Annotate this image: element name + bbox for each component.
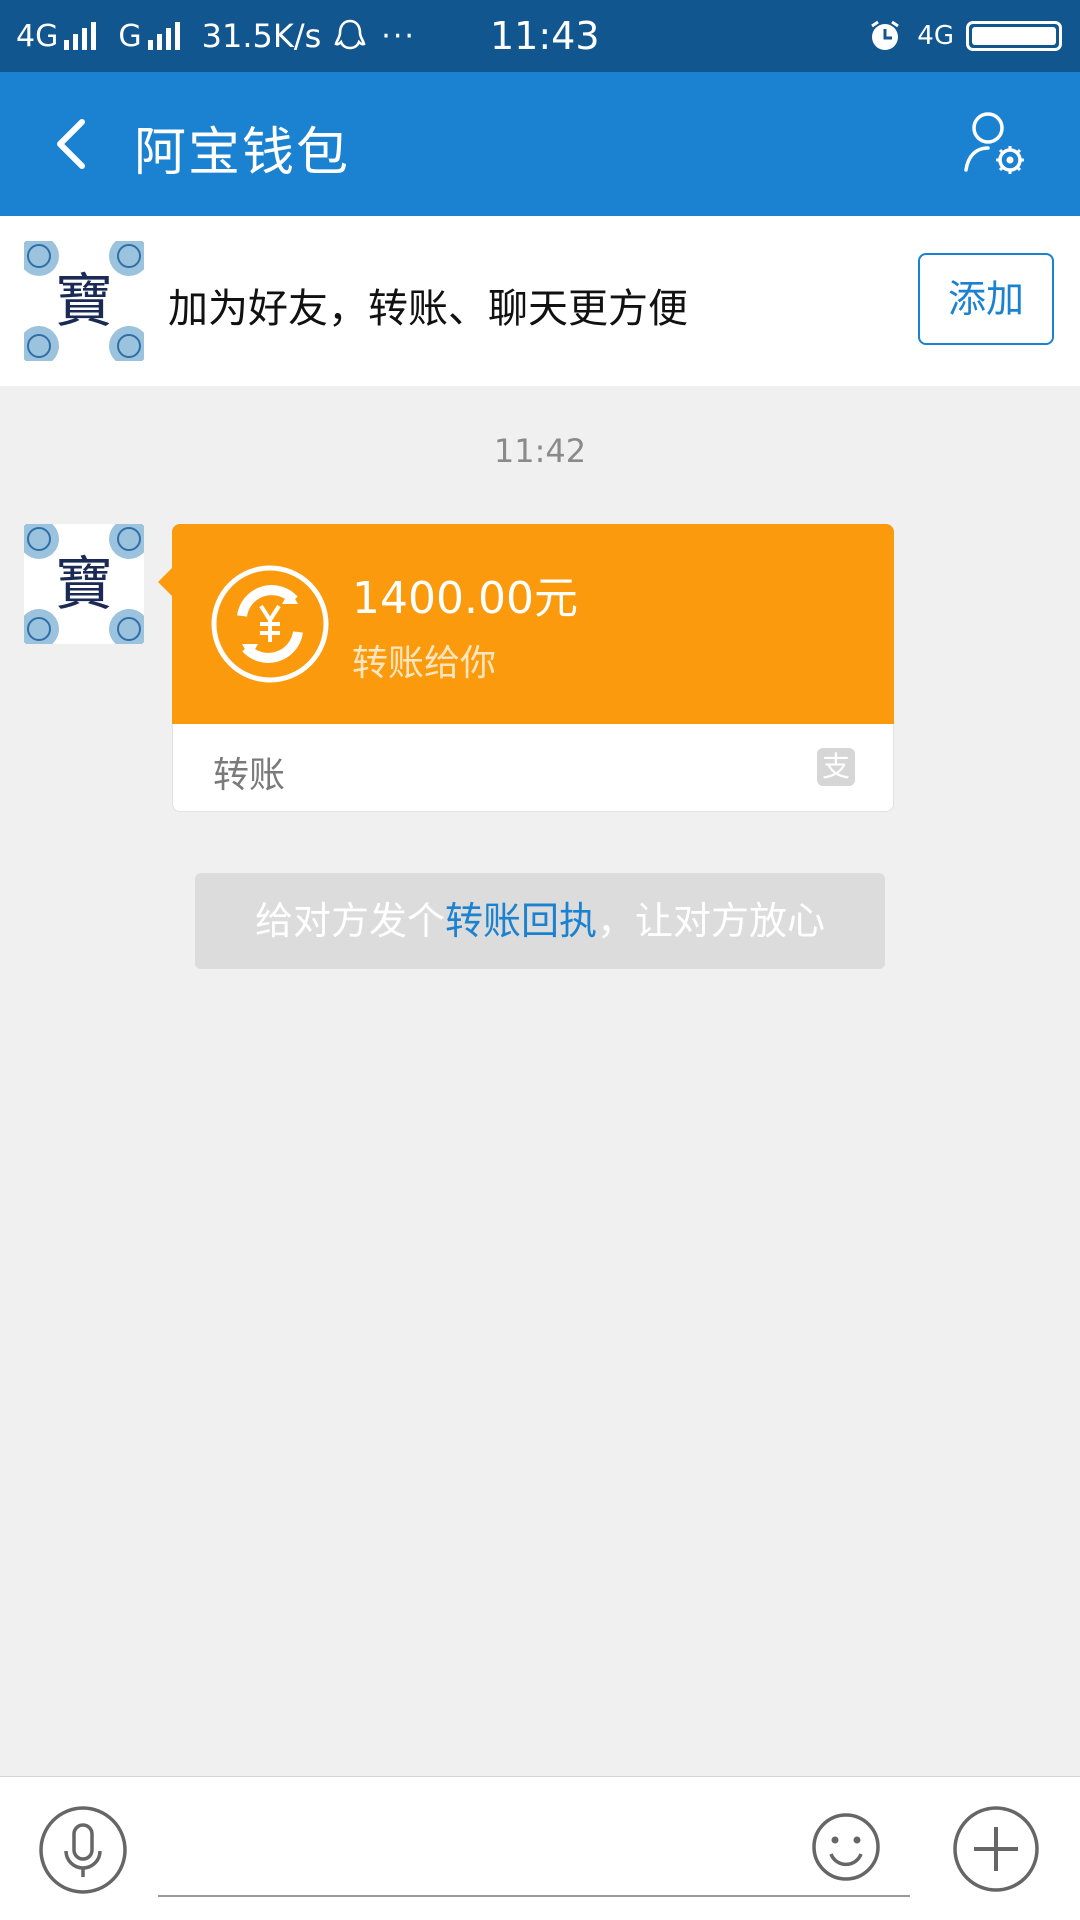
- svg-text:寶: 寶: [55, 267, 113, 335]
- network-type-label: G: [118, 18, 142, 54]
- alarm-icon: [871, 20, 900, 50]
- nav-bar: 阿宝钱包: [0, 72, 1080, 216]
- back-chevron-icon[interactable]: [44, 112, 104, 176]
- transfer-yuan-icon: [211, 565, 329, 683]
- transfer-receipt-link[interactable]: 转账回执: [445, 899, 597, 943]
- qq-icon: [334, 19, 366, 50]
- add-friend-banner: 寶 加为好友，转账、聊天更方便 添加: [0, 216, 1080, 386]
- sender-avatar[interactable]: 寶: [24, 524, 144, 644]
- signal-indicator-1: 4G: [16, 19, 100, 54]
- transfer-amount: 1400.00元: [352, 573, 578, 624]
- plus-icon[interactable]: [952, 1805, 1040, 1893]
- message-timestamp: 11:42: [493, 432, 587, 470]
- alipay-logo-icon: 支: [817, 748, 855, 786]
- transfer-receipt-hint: 给对方发个转账回执，让对方放心: [195, 873, 885, 969]
- transfer-description: 转账给你: [352, 643, 497, 684]
- microphone-icon[interactable]: [38, 1805, 128, 1895]
- user-settings-icon[interactable]: [958, 108, 1030, 180]
- page-title: 阿宝钱包: [134, 123, 351, 183]
- transfer-type-label: 转账: [213, 755, 286, 796]
- contact-avatar[interactable]: 寶: [24, 241, 144, 361]
- transfer-message-card[interactable]: 1400.00元 转账给你 转账 支: [158, 524, 894, 812]
- message-text-input[interactable]: [158, 1895, 910, 1897]
- signal-indicator-2: G: [118, 19, 183, 54]
- receipt-hint-prefix: 给对方发个: [254, 899, 445, 943]
- status-bar: 4G G 31.5K/s ··· 11:43 4G: [0, 0, 1080, 72]
- network-4g-label: 4G: [917, 21, 954, 51]
- add-friend-button[interactable]: 添加: [918, 253, 1054, 345]
- battery-icon: [966, 21, 1062, 51]
- receipt-hint-suffix: ，让对方放心: [597, 899, 826, 943]
- signal-bars-icon: [64, 22, 100, 50]
- transfer-card-footer: 转账 支: [172, 724, 894, 812]
- more-notifications-icon: ···: [381, 18, 416, 54]
- add-friend-prompt: 加为好友，转账、聊天更方便: [168, 286, 688, 332]
- network-speed: 31.5K/s: [201, 17, 322, 55]
- bubble-tail: [158, 568, 172, 596]
- status-time: 11:43: [490, 14, 600, 58]
- network-type-label: 4G: [16, 18, 59, 54]
- emoji-icon[interactable]: [810, 1811, 882, 1883]
- message-input-bar: [0, 1776, 1080, 1920]
- signal-bars-icon: [147, 22, 184, 50]
- svg-text:寶: 寶: [55, 550, 113, 618]
